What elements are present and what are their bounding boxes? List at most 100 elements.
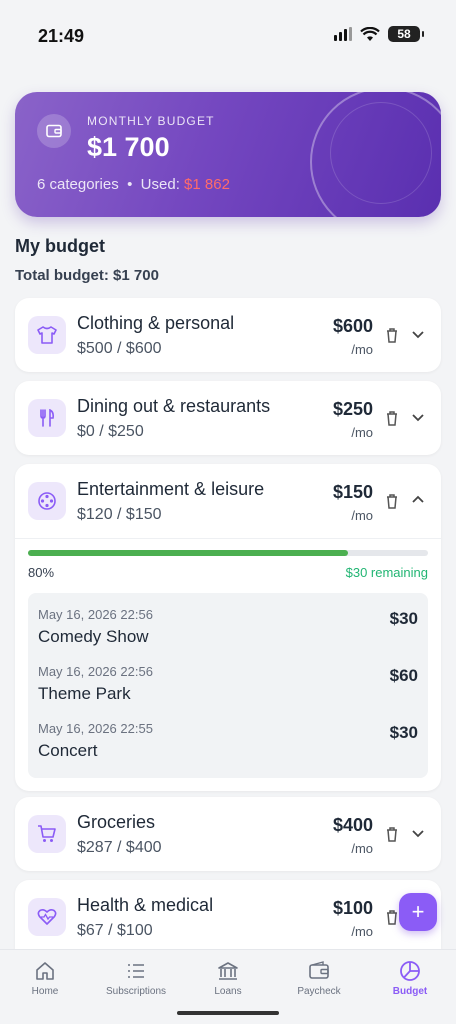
trash-icon[interactable] — [385, 493, 399, 509]
status-bar: 21:49 58 — [0, 0, 456, 70]
nav-item-budget[interactable]: Budget — [365, 960, 455, 997]
category-header[interactable]: Dining out & restaurants $0 / $250 $250 … — [15, 381, 441, 455]
category-period: /mo — [351, 924, 373, 939]
transaction-date: May 16, 2026 22:56 — [38, 607, 153, 622]
category-name: Clothing & personal — [77, 313, 235, 333]
monthly-budget-amount: $1 700 — [87, 132, 170, 162]
category-name: Entertainment & leisure — [77, 479, 265, 499]
remaining-amount: $30 remaining — [345, 565, 428, 580]
progress-percent: 80% — [28, 565, 55, 580]
category-name: Health & medical — [77, 895, 214, 915]
battery-icon: 58 — [388, 26, 424, 42]
category-amount: $600 — [332, 316, 373, 336]
budget-summary: 6 categories • Used: $1 862 — [37, 176, 230, 193]
category-card-dining[interactable]: Dining out & restaurants $0 / $250 $250 … — [15, 381, 441, 455]
wallet-icon — [37, 114, 71, 148]
nav-label: Paycheck — [297, 986, 341, 997]
category-usage: $500 / $600 — [77, 340, 162, 357]
category-card-groceries[interactable]: Groceries $287 / $400 $400 /mo — [15, 797, 441, 871]
home-indicator — [177, 1011, 279, 1015]
category-usage: $0 / $250 — [77, 423, 144, 440]
transaction-name: Theme Park — [38, 684, 131, 703]
transaction-item[interactable]: May 16, 2026 22:56 Theme Park $60 — [38, 656, 418, 713]
chevron-down-icon[interactable] — [411, 826, 425, 840]
category-period: /mo — [351, 508, 373, 523]
used-label: Used: — [140, 176, 180, 193]
transaction-amount: $30 — [389, 723, 418, 742]
nav-item-subscriptions[interactable]: Subscriptions — [91, 960, 181, 997]
categories-count: 6 categories — [37, 176, 119, 193]
nav-label: Budget — [392, 986, 428, 997]
category-amount: $100 — [332, 898, 373, 918]
chevron-down-icon[interactable] — [411, 410, 425, 424]
nav-label: Home — [31, 986, 59, 997]
transaction-name: Comedy Show — [38, 627, 149, 646]
category-usage: $67 / $100 — [77, 922, 153, 939]
signal-icon — [334, 27, 352, 41]
section-title: My budget — [15, 236, 105, 256]
status-time: 21:49 — [38, 26, 85, 46]
progress-labels: 80% $30 remaining — [28, 565, 428, 580]
category-header[interactable]: Entertainment & leisure $120 / $150 $150… — [15, 464, 441, 538]
transactions-list: May 16, 2026 22:56 Comedy Show $30 May 1… — [28, 593, 428, 778]
category-name: Dining out & restaurants — [77, 396, 271, 416]
utensils-icon — [28, 399, 66, 437]
wifi-icon — [360, 26, 380, 41]
category-name: Groceries — [77, 812, 156, 832]
home-icon — [36, 962, 54, 980]
category-period: /mo — [351, 841, 373, 856]
status-icons: 58 — [334, 26, 424, 42]
nav-label: Subscriptions — [105, 986, 167, 997]
category-period: /mo — [351, 425, 373, 440]
cart-icon — [28, 815, 66, 853]
category-header[interactable]: Groceries $287 / $400 $400 /mo — [15, 797, 441, 871]
category-card-health[interactable]: Health & medical $67 / $100 $100 /mo — [15, 880, 441, 949]
category-amount: $400 — [332, 815, 373, 835]
trash-icon[interactable] — [385, 826, 399, 842]
category-card-entertainment[interactable]: Entertainment & leisure $120 / $150 $150… — [15, 464, 441, 791]
monthly-budget-card[interactable]: MONTHLY BUDGET $1 700 6 categories • Use… — [15, 92, 441, 217]
nav-item-loans[interactable]: Loans — [183, 960, 273, 997]
add-category-button[interactable]: + — [399, 893, 437, 931]
heart-pulse-icon — [28, 898, 66, 936]
shirt-icon — [28, 316, 66, 354]
category-header[interactable]: Clothing & personal $500 / $600 $600 /mo — [15, 298, 441, 372]
trash-icon[interactable] — [385, 327, 399, 343]
progress-bar — [28, 550, 428, 556]
total-budget: Total budget: $1 700 — [15, 267, 159, 284]
film-reel-icon — [28, 482, 66, 520]
category-details: 80% $30 remaining May 16, 2026 22:56 Com… — [15, 538, 441, 791]
decor-ring-inner — [330, 102, 432, 204]
trash-icon[interactable] — [385, 909, 399, 925]
nav-label: Loans — [214, 986, 242, 997]
category-usage: $120 / $150 — [77, 506, 162, 523]
chevron-up-icon[interactable] — [411, 493, 425, 507]
trash-icon[interactable] — [385, 410, 399, 426]
transaction-date: May 16, 2026 22:56 — [38, 664, 153, 679]
category-period: /mo — [351, 342, 373, 357]
transaction-date: May 16, 2026 22:55 — [38, 721, 153, 736]
transaction-amount: $30 — [389, 609, 418, 628]
transaction-item[interactable]: May 16, 2026 22:55 Concert $30 — [38, 713, 418, 770]
chevron-down-icon[interactable] — [411, 327, 425, 341]
wallet-icon — [309, 961, 329, 979]
category-amount: $250 — [332, 399, 373, 419]
category-usage: $287 / $400 — [77, 839, 162, 856]
separator-dot: • — [127, 176, 133, 193]
list-icon — [128, 964, 144, 978]
nav-item-paycheck[interactable]: Paycheck — [274, 960, 364, 997]
transaction-item[interactable]: May 16, 2026 22:56 Comedy Show $30 — [38, 599, 418, 656]
progress-fill — [28, 550, 348, 556]
category-amount: $150 — [332, 482, 373, 502]
transaction-name: Concert — [38, 741, 98, 760]
plus-icon: + — [411, 899, 425, 924]
pie-chart-icon — [400, 961, 420, 981]
battery-level: 58 — [397, 27, 411, 41]
used-value: $1 862 — [184, 176, 230, 193]
category-card-clothing[interactable]: Clothing & personal $500 / $600 $600 /mo — [15, 298, 441, 372]
monthly-budget-label: MONTHLY BUDGET — [87, 114, 215, 128]
transaction-amount: $60 — [389, 666, 418, 685]
bank-icon — [218, 962, 238, 980]
nav-item-home[interactable]: Home — [0, 960, 90, 997]
category-header[interactable]: Health & medical $67 / $100 $100 /mo — [15, 880, 441, 949]
